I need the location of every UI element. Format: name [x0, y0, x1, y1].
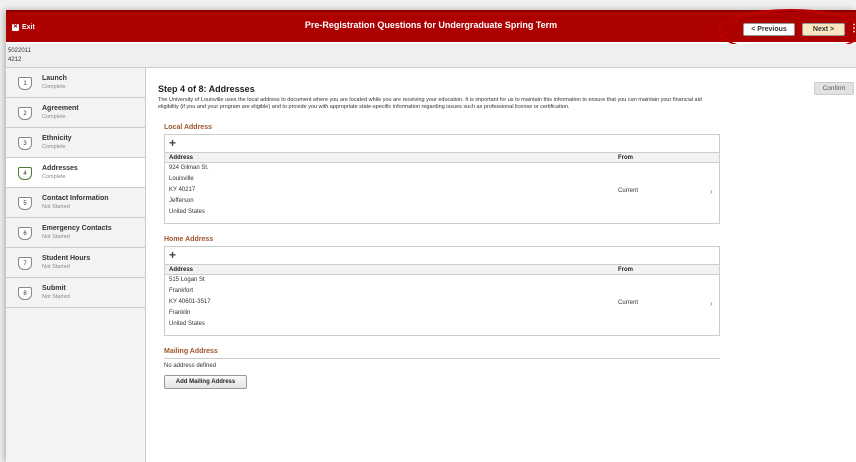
local-address-title: Local Address — [164, 124, 212, 131]
sidebar-step-student-hours[interactable]: 7 Student Hours Not Started — [6, 248, 145, 278]
confirm-button[interactable]: Confirm — [814, 82, 854, 95]
grid-toolbar: + — [165, 247, 719, 265]
sidebar-step-emergency-contacts[interactable]: 6 Emergency Contacts Not Started — [6, 218, 145, 248]
address-line: Jefferson — [169, 198, 194, 204]
step-heading: Step 4 of 8: Addresses — [158, 84, 255, 94]
step-status: Not Started — [42, 294, 70, 300]
home-address-row[interactable]: 515 Logan St Frankfort KY 40601-3517 Fra… — [165, 275, 719, 335]
col-from: From — [618, 267, 633, 273]
id-bar: 5022011 4212 — [6, 44, 856, 68]
home-address-grid: + Address From 515 Logan St Frankfort KY… — [164, 246, 720, 336]
step-name: Student Hours — [42, 255, 91, 262]
step-number-badge: 7 — [18, 257, 32, 270]
app-window: ✕ Exit Pre-Registration Questions for Un… — [6, 9, 856, 462]
step-name: Agreement — [42, 105, 79, 112]
col-address: Address — [169, 155, 194, 161]
grid-header: Address From — [165, 265, 719, 275]
address-line: KY 40601-3517 — [169, 299, 211, 305]
address-line: United States — [169, 209, 206, 215]
step-sidebar: 1 Launch Complete 2 Agreement Complete 3… — [6, 68, 146, 462]
home-address-title: Home Address — [164, 236, 214, 243]
step-status: Not Started — [42, 204, 70, 210]
local-address-row[interactable]: 924 Gilman St. Louisville KY 40217 Jeffe… — [165, 163, 719, 223]
address-line: United States — [169, 321, 206, 327]
sidebar-step-addresses[interactable]: 4 Addresses Complete — [6, 158, 145, 188]
step-status: Not Started — [42, 264, 70, 270]
grid-header: Address From — [165, 153, 719, 163]
local-address-grid: + Address From 924 Gilman St. Louisville… — [164, 134, 720, 224]
address-line: KY 40217 — [169, 187, 196, 193]
sidebar-step-ethnicity[interactable]: 3 Ethnicity Complete — [6, 128, 145, 158]
chevron-right-icon[interactable]: › — [710, 299, 713, 308]
step-number-badge: 4 — [18, 167, 32, 180]
term-code: 4212 — [8, 57, 22, 63]
step-name: Submit — [42, 285, 66, 292]
step-name: Emergency Contacts — [42, 225, 112, 232]
step-number-badge: 5 — [18, 197, 32, 210]
col-address: Address — [169, 267, 194, 273]
screen: ✕ Exit Pre-Registration Questions for Un… — [0, 0, 856, 462]
sidebar-step-agreement[interactable]: 2 Agreement Complete — [6, 98, 145, 128]
step-name: Ethnicity — [42, 135, 72, 142]
step-status: Complete — [42, 84, 66, 90]
chevron-right-icon[interactable]: › — [710, 187, 713, 196]
intro-text: The University of Louisville uses the lo… — [158, 97, 702, 110]
step-number-badge: 8 — [18, 287, 32, 300]
step-number-badge: 2 — [18, 107, 32, 120]
add-home-address-icon[interactable]: + — [169, 248, 176, 262]
main-content: Step 4 of 8: Addresses The University of… — [158, 84, 728, 111]
step-status: Complete — [42, 114, 66, 120]
add-mailing-address-button[interactable]: Add Mailing Address — [164, 375, 247, 389]
mailing-address-title: Mailing Address — [164, 348, 218, 355]
step-number-badge: 1 — [18, 77, 32, 90]
address-line: Louisville — [169, 176, 194, 182]
col-from: From — [618, 155, 633, 161]
address-line: 515 Logan St — [169, 277, 205, 283]
step-name: Contact Information — [42, 195, 109, 202]
from-value: Current — [618, 188, 639, 194]
address-line: Frankfort — [169, 288, 194, 294]
sidebar-step-submit[interactable]: 8 Submit Not Started — [6, 278, 145, 308]
step-name: Launch — [42, 75, 67, 82]
step-status: Complete — [42, 174, 66, 180]
sidebar-step-contact-information[interactable]: 5 Contact Information Not Started — [6, 188, 145, 218]
divider — [164, 358, 720, 359]
step-status: Complete — [42, 144, 66, 150]
step-status: Not Started — [42, 234, 70, 240]
grid-toolbar: + — [165, 135, 719, 153]
address-line: 924 Gilman St. — [169, 165, 209, 171]
step-name: Addresses — [42, 165, 78, 172]
sidebar-step-launch[interactable]: 1 Launch Complete — [6, 68, 145, 98]
step-number-badge: 3 — [18, 137, 32, 150]
from-value: Current — [618, 300, 639, 306]
student-id: 5022011 — [8, 48, 31, 54]
step-number-badge: 6 — [18, 227, 32, 240]
no-address-text: No address defined — [164, 363, 217, 369]
add-local-address-icon[interactable]: + — [169, 136, 176, 150]
address-line: Franklin — [169, 310, 191, 316]
